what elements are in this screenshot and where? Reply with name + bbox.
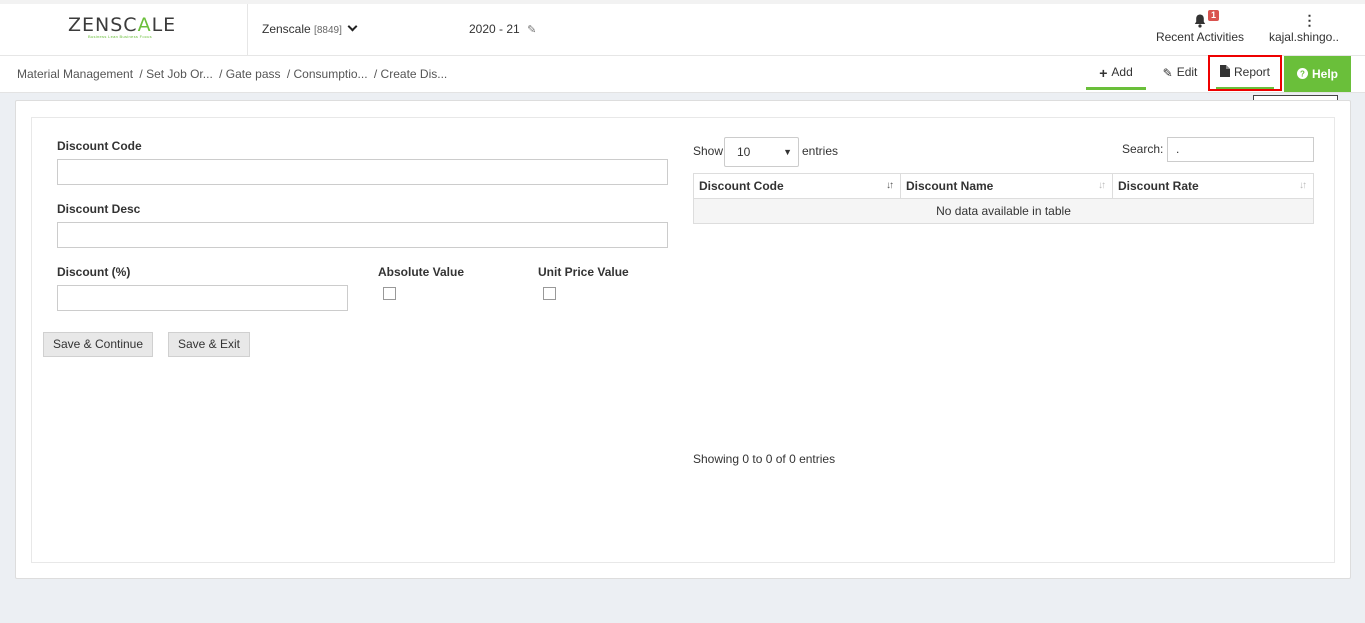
breadcrumb-item: / Create Dis... [373,67,448,81]
column-discount-rate[interactable]: Discount Rate ↓↑ [1112,173,1314,199]
logo-text: ZENSCALE [68,14,177,36]
absolute-value-label: Absolute Value [378,265,465,279]
report-button[interactable]: Report [1208,55,1282,91]
absolute-value-checkbox[interactable] [383,287,396,300]
company-name: Zenscale [262,22,311,36]
bell-icon [1194,14,1206,28]
discount-desc-input[interactable] [57,222,668,248]
search-label: Search: [1122,142,1164,156]
financial-year-label: 2020 - 21 [469,22,520,36]
discount-pct-input[interactable] [57,285,348,311]
sub-bar: Material Management / Set Job Or... / Ga… [0,55,1365,93]
logo-tagline: Business Lean Business Focus [88,34,152,39]
show-label: Show [693,144,724,158]
discount-table: Discount Code ↓↑ Discount Name ↓↑ Discount… [693,173,1314,224]
page-size-select[interactable]: 10 ▼ [724,137,799,167]
discount-code-label: Discount Code [57,139,142,153]
table-header-row: Discount Code ↓↑ Discount Name ↓↑ Discount… [693,173,1314,199]
chevron-down-icon [347,21,358,32]
breadcrumb: Material Management / Set Job Or... / Ga… [17,67,450,81]
recent-activities[interactable]: Recent Activities [1150,12,1250,44]
table-row: No data available in table [693,198,1314,224]
breadcrumb-item[interactable]: / Consumptio... [287,67,368,81]
top-bar: ZENSCALE Business Lean Business Focus Ze… [0,0,1365,56]
edit-icon[interactable]: ✎ [527,23,536,36]
sort-icon: ↓↑ [1098,180,1106,191]
financial-year[interactable]: 2020 - 21 ✎ [469,22,536,36]
column-discount-name[interactable]: Discount Name ↓↑ [900,173,1113,199]
edit-icon: ✎ [1162,65,1173,80]
save-continue-button[interactable]: Save & Continue [43,332,153,357]
entries-label: entries [802,144,839,158]
save-exit-button[interactable]: Save & Exit [168,332,250,357]
breadcrumb-item[interactable]: / Gate pass [219,67,280,81]
sort-asc-icon: ↓↑ [886,180,894,191]
company-selector[interactable]: Zenscale [8849] [262,21,358,36]
kebab-menu-icon[interactable]: ⋮ [1303,13,1317,27]
discount-code-input[interactable] [57,159,668,185]
unit-price-value-label: Unit Price Value [538,265,629,279]
table-info: Showing 0 to 0 of 0 entries [693,452,836,466]
column-discount-code[interactable]: Discount Code ↓↑ [693,173,901,199]
company-code: [8849] [314,25,342,36]
breadcrumb-item[interactable]: / Set Job Or... [139,67,212,81]
recent-activities-label: Recent Activities [1155,30,1245,44]
edit-button[interactable]: ✎ Edit [1152,56,1208,90]
empty-message: No data available in table [693,198,1314,224]
notification-badge: 1 [1208,10,1220,21]
file-icon [1219,58,1230,88]
discount-pct-label: Discount (%) [57,265,131,279]
help-button[interactable]: ? Help [1284,56,1351,92]
caret-down-icon: ▼ [783,147,792,157]
add-button[interactable]: + Add [1086,56,1146,90]
report-underline [1216,87,1274,89]
user-name: kajal.shingo.. [1268,30,1340,44]
discount-desc-label: Discount Desc [57,202,141,216]
sort-icon: ↓↑ [1299,180,1307,191]
logo[interactable]: ZENSCALE Business Lean Business Focus [0,4,248,56]
search-input[interactable]: . [1167,137,1314,162]
breadcrumb-item[interactable]: Material Management [17,67,133,81]
question-circle-icon: ? [1296,57,1308,93]
unit-price-value-checkbox[interactable] [543,287,556,300]
plus-icon: + [1099,64,1108,81]
page-size-value: 10 [737,145,751,159]
user-menu[interactable]: ⋮ kajal.shingo.. [1268,12,1340,44]
svg-text:?: ? [1300,69,1305,78]
